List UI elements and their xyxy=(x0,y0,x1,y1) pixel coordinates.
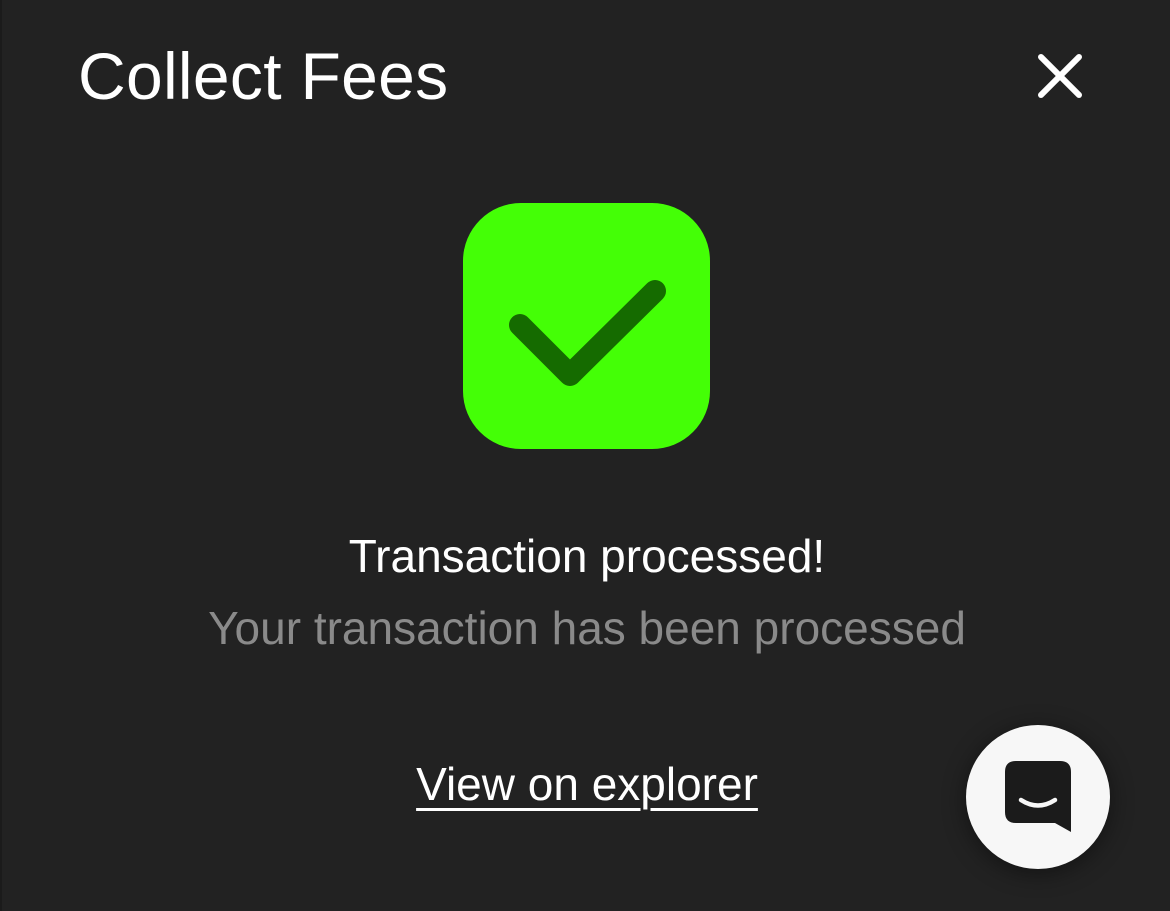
status-headline: Transaction processed! xyxy=(348,530,826,582)
close-button[interactable] xyxy=(1030,46,1090,106)
modal-title: Collect Fees xyxy=(78,39,449,113)
status-message: Your transaction has been processed xyxy=(208,602,966,654)
success-badge xyxy=(463,203,710,449)
chat-launcher-button[interactable] xyxy=(966,725,1110,869)
close-icon xyxy=(1038,54,1082,98)
check-icon xyxy=(509,280,666,386)
view-on-explorer-link[interactable]: View on explorer xyxy=(416,758,758,810)
chat-icon xyxy=(1005,761,1071,832)
